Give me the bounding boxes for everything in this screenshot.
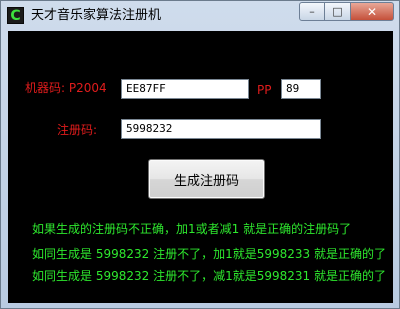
note-line-3: 如同生成是 5998232 注册不了，减1就是5998231 就是正确的了: [32, 269, 386, 283]
pp-label: PP: [257, 83, 272, 97]
client-area: 机器码: P2004 EE87FF PP 89 注册码: 5998232 生成注…: [8, 31, 393, 303]
note-line-2: 如同生成是 5998232 注册不了，加1就是5998233 就是正确的了: [32, 247, 386, 261]
app-window: C 天才音乐家算法注册机 – □ ✕ 机器码: P2004 EE87FF PP …: [0, 0, 400, 309]
window-controls: – □ ✕: [299, 2, 394, 21]
machine-code-field[interactable]: EE87FF: [121, 79, 249, 99]
maximize-icon: □: [332, 5, 343, 18]
title-bar[interactable]: C 天才音乐家算法注册机 – □ ✕: [1, 1, 399, 30]
minimize-button[interactable]: –: [299, 2, 325, 21]
reg-code-label: 注册码:: [57, 123, 98, 137]
minimize-icon: –: [309, 5, 315, 18]
maximize-button[interactable]: □: [325, 2, 351, 21]
app-icon: C: [7, 7, 24, 24]
window-title: 天才音乐家算法注册机: [31, 8, 162, 23]
generate-button[interactable]: 生成注册码: [148, 159, 265, 199]
note-line-1: 如果生成的注册码不正确，加1或者减1 就是正确的注册码了: [32, 222, 352, 236]
machine-code-label: 机器码: P2004: [25, 81, 107, 95]
pp-field[interactable]: 89: [281, 79, 321, 99]
close-icon: ✕: [366, 4, 378, 19]
reg-code-field[interactable]: 5998232: [121, 119, 321, 139]
close-button[interactable]: ✕: [351, 2, 394, 21]
